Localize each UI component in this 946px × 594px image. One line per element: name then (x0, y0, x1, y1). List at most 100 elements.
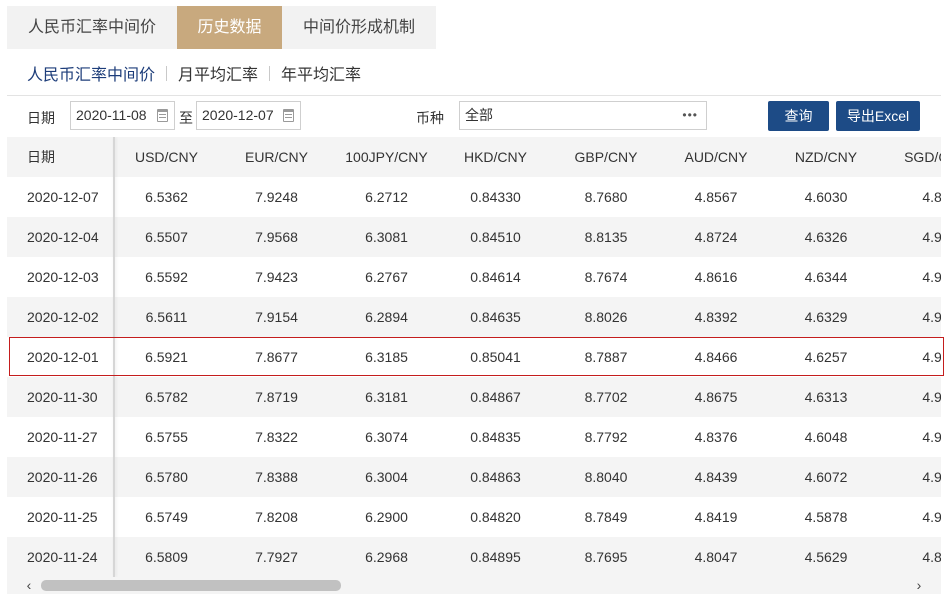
column-header-hkd: HKD/CNY (463, 149, 527, 165)
subtab-monthly-average[interactable]: 月平均汇率 (178, 61, 258, 85)
subtab-central-parity[interactable]: 人民币汇率中间价 (27, 61, 155, 85)
column-header-date: 日期 (27, 149, 55, 165)
scroll-left-icon[interactable]: ‹ (19, 577, 39, 594)
cell-jpy: 6.3185 (365, 349, 408, 365)
horizontal-scrollbar[interactable]: ‹ › (7, 577, 941, 594)
cell-hkd: 0.84895 (470, 549, 521, 565)
cell-date: 2020-12-07 (27, 189, 99, 205)
cell-usd: 6.5611 (145, 309, 188, 325)
calendar-icon[interactable] (157, 109, 168, 122)
cell-jpy: 6.2894 (365, 309, 408, 325)
cell-date: 2020-12-04 (27, 229, 99, 245)
query-button[interactable]: 查询 (768, 101, 829, 131)
cell-usd: 6.5749 (145, 509, 188, 525)
cell-usd: 6.5782 (145, 389, 188, 405)
subtab-yearly-average[interactable]: 年平均汇率 (281, 61, 361, 85)
start-date-input[interactable]: 2020-11-08 (70, 101, 175, 130)
cell-usd: 6.5755 (145, 429, 188, 445)
top-tab-bar: 人民币汇率中间价 历史数据 中间价形成机制 (7, 6, 436, 49)
cell-gbp: 8.7674 (584, 269, 628, 285)
sub-tab-bar: 人民币汇率中间价 月平均汇率 年平均汇率 (27, 62, 361, 84)
cell-hkd: 0.84510 (470, 229, 521, 245)
cell-hkd: 0.84835 (470, 429, 521, 445)
table-row: 2020-12-03 6.5592 7.9423 6.2767 0.84614 8.767… (7, 257, 941, 297)
cell-sgd: 4.91 (922, 469, 941, 485)
cell-hkd: 0.84820 (470, 509, 521, 525)
column-header-nzd: NZD/CNY (794, 149, 858, 165)
currency-select[interactable]: 全部 ••• (459, 101, 707, 130)
cell-aud: 4.8675 (694, 389, 738, 405)
ellipsis-icon: ••• (682, 108, 698, 122)
table-row: 2020-11-24 6.5809 7.7927 6.2968 0.84895 8.769… (7, 537, 941, 577)
cell-aud: 4.8376 (694, 429, 738, 445)
currency-label: 币种 (416, 110, 444, 126)
end-date-input[interactable]: 2020-12-07 (196, 101, 301, 130)
cell-sgd: 4.91 (922, 429, 941, 445)
cell-sgd: 4.90 (922, 309, 941, 325)
cell-nzd: 4.5878 (804, 509, 848, 525)
cell-eur: 7.7927 (255, 549, 298, 565)
cell-eur: 7.9154 (255, 309, 298, 325)
cell-date: 2020-11-26 (27, 469, 98, 485)
cell-sgd: 4.90 (922, 269, 941, 285)
cell-jpy: 6.3181 (365, 389, 408, 405)
subtab-divider (269, 65, 271, 81)
cell-sgd: 4.91 (922, 349, 941, 365)
cell-gbp: 8.7887 (584, 349, 628, 365)
export-excel-button[interactable]: 导出Excel (836, 101, 920, 131)
cell-nzd: 4.6326 (804, 229, 848, 245)
cell-nzd: 4.6313 (804, 389, 848, 405)
cell-hkd: 0.84635 (470, 309, 521, 325)
cell-aud: 4.8439 (694, 469, 738, 485)
cell-gbp: 8.7702 (584, 389, 628, 405)
cell-jpy: 6.3081 (365, 229, 408, 245)
cell-hkd: 0.84863 (470, 469, 521, 485)
cell-usd: 6.5809 (145, 549, 188, 565)
column-header-eur: EUR/CNY (244, 149, 308, 165)
cell-jpy: 6.2900 (365, 509, 408, 525)
cell-eur: 7.9248 (255, 189, 298, 205)
tab-historical-data[interactable]: 历史数据 (177, 6, 282, 49)
cell-hkd: 0.85041 (470, 349, 521, 365)
currency-select-value: 全部 (465, 107, 493, 123)
table-row: 2020-11-27 6.5755 7.8322 6.3074 0.84835 8.779… (7, 417, 941, 457)
cell-date: 2020-12-01 (27, 349, 99, 365)
cell-aud: 4.8616 (694, 269, 738, 285)
cell-jpy: 6.2712 (365, 189, 408, 205)
cell-hkd: 0.84867 (470, 389, 521, 405)
table-row: 2020-11-26 6.5780 7.8388 6.3004 0.84863 8.804… (7, 457, 941, 497)
start-date-value: 2020-11-08 (76, 107, 147, 123)
cell-eur: 7.8388 (255, 469, 298, 485)
table-row: 2020-11-25 6.5749 7.8208 6.2900 0.84820 8.784… (7, 497, 941, 537)
cell-aud: 4.8047 (694, 549, 738, 565)
tab-formation-mechanism[interactable]: 中间价形成机制 (282, 6, 436, 49)
column-header-gbp: GBP/CNY (574, 149, 638, 165)
cell-eur: 7.9568 (255, 229, 298, 245)
cell-nzd: 4.5629 (804, 549, 848, 565)
cell-sgd: 4.89 (922, 189, 941, 205)
cell-eur: 7.8208 (255, 509, 298, 525)
cell-usd: 6.5362 (145, 189, 188, 205)
cell-aud: 4.8392 (694, 309, 738, 325)
cell-aud: 4.8724 (694, 229, 738, 245)
cell-date: 2020-11-27 (27, 429, 98, 445)
table-row: 2020-12-07 6.5362 7.9248 6.2712 0.84330 8.768… (7, 177, 941, 217)
table-header-row: 日期 USD/CNY EUR/CNY 100JPY/CNY HKD/CNY GB… (7, 137, 941, 177)
cell-nzd: 4.6048 (804, 429, 848, 445)
table-row: 2020-12-01 6.5921 7.8677 6.3185 0.85041 8.788… (7, 337, 941, 377)
cell-gbp: 8.8040 (584, 469, 628, 485)
tab-rmb-central-parity[interactable]: 人民币汇率中间价 (7, 6, 177, 49)
cell-date: 2020-12-03 (27, 269, 99, 285)
scrollbar-thumb[interactable] (41, 580, 341, 591)
cell-date: 2020-12-02 (27, 309, 99, 325)
column-header-usd: USD/CNY (134, 149, 198, 165)
table-row: 2020-11-30 6.5782 7.8719 6.3181 0.84867 8.770… (7, 377, 941, 417)
scroll-right-icon[interactable]: › (909, 577, 929, 594)
cell-hkd: 0.84330 (470, 189, 521, 205)
cell-gbp: 8.8026 (584, 309, 628, 325)
calendar-icon[interactable] (283, 109, 294, 122)
rates-table: 日期 USD/CNY EUR/CNY 100JPY/CNY HKD/CNY GB… (7, 137, 941, 577)
cell-usd: 6.5921 (145, 349, 188, 365)
column-header-jpy: 100JPY/CNY (345, 149, 428, 165)
cell-jpy: 6.3074 (365, 429, 408, 445)
